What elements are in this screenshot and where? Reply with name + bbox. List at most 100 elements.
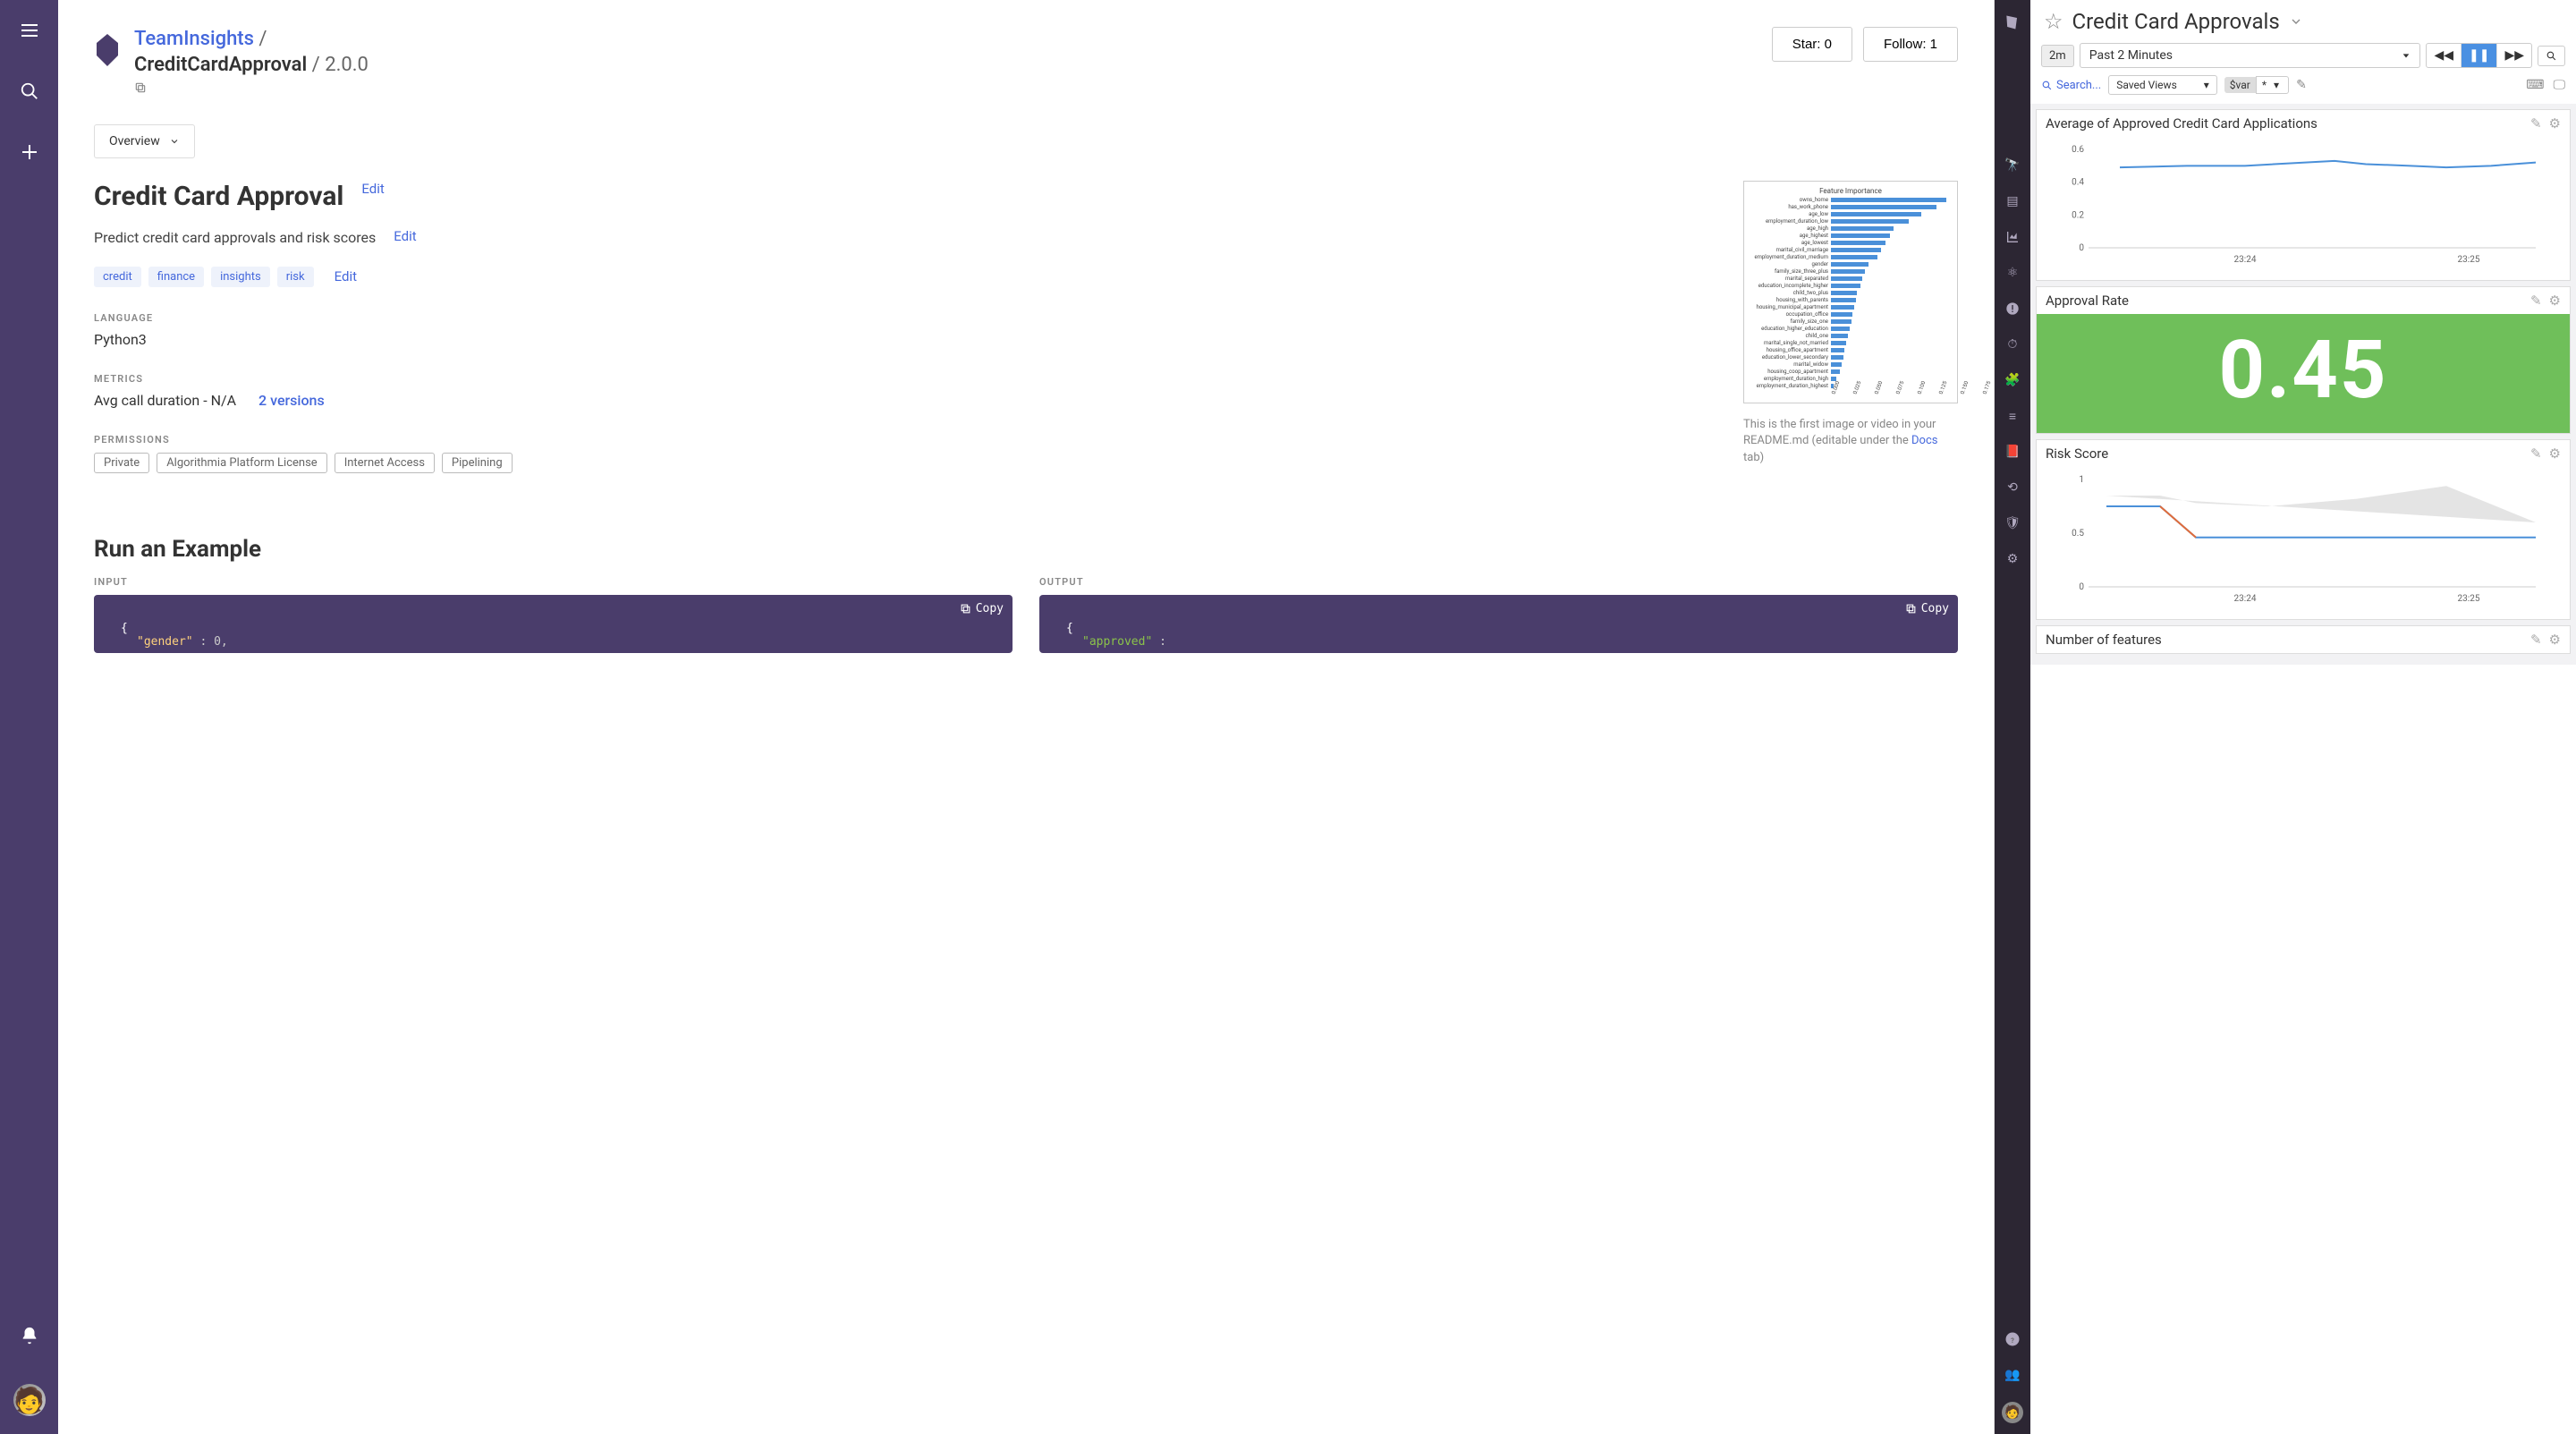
dashboard-search[interactable]: Search... [2041,79,2101,92]
user-avatar[interactable]: 🧑 [13,1384,46,1416]
logs-icon[interactable]: ≡ [2004,407,2021,425]
dashboard-title: Credit Card Approvals [2072,9,2280,34]
svg-text:23:24: 23:24 [2234,255,2257,265]
menu-icon[interactable] [17,18,42,43]
widget-settings-icon[interactable]: ⚙ [2549,632,2561,648]
edit-widget-icon[interactable]: ✎ [2530,115,2542,132]
apm-icon[interactable]: ⏱ [2004,335,2021,353]
metrics-label: METRICS [94,373,1699,385]
saved-views-select[interactable]: Saved Views▾ [2108,75,2217,95]
algorithm-title: Credit Card Approval [94,181,343,212]
breadcrumb-sep2: / [312,54,320,76]
pause-button[interactable]: ❚❚ [2462,44,2497,67]
widget-settings-icon[interactable]: ⚙ [2549,293,2561,309]
edit-widget-icon[interactable]: ✎ [2530,445,2542,462]
permissions-label: PERMISSIONS [94,434,1699,445]
alerts-icon[interactable] [2004,300,2021,318]
template-variable[interactable]: $var*▾ [2224,76,2289,94]
permission-badge: Pipelining [442,453,513,473]
time-short-pill[interactable]: 2m [2041,45,2074,67]
svg-text:0.4: 0.4 [2072,178,2084,188]
keyboard-icon[interactable]: ⌨ [2526,78,2544,92]
star-dashboard-icon[interactable]: ☆ [2044,9,2063,34]
svg-text:23:24: 23:24 [2234,594,2257,604]
svg-text:23:25: 23:25 [2458,594,2480,604]
permission-badge: Private [94,453,149,473]
breadcrumb-team[interactable]: TeamInsights [134,28,254,50]
algorithmia-logo-icon [94,32,121,68]
add-icon[interactable] [17,140,42,165]
time-range-select[interactable]: Past 2 Minutes [2080,43,2421,68]
synthetics-icon[interactable]: ⟲ [2004,479,2021,496]
edit-tags-link[interactable]: Edit [335,268,357,284]
edit-desc-link[interactable]: Edit [394,228,416,244]
binoculars-icon[interactable]: 🔭 [2004,157,2021,174]
card-title-rate: Approval Rate [2046,293,2129,309]
notebooks-icon[interactable]: 📕 [2004,443,2021,461]
follow-button[interactable]: Follow: 1 [1863,27,1958,62]
edit-title-link[interactable]: Edit [361,181,384,197]
breadcrumb-name: CreditCardApproval [134,54,307,76]
chevron-down-icon [169,136,180,147]
tag-risk[interactable]: risk [277,267,314,287]
edit-widget-icon[interactable]: ✎ [2530,632,2542,648]
svg-text:0.5: 0.5 [2072,529,2084,539]
star-button[interactable]: Star: 0 [1772,27,1852,62]
svg-text:1: 1 [2079,475,2084,485]
permission-badge: Algorithmia Platform License [157,453,327,473]
step-forward-button[interactable]: ▶▶ [2497,44,2531,67]
search-icon[interactable] [17,79,42,104]
step-back-button[interactable]: ◀◀ [2427,44,2462,67]
copy-output-button[interactable]: Copy [1905,602,1949,615]
edit-vars-icon[interactable]: ✎ [2296,78,2307,92]
screen-icon[interactable]: 🖵 [2554,78,2566,92]
permission-badge: Internet Access [335,453,435,473]
chevron-down-icon [2402,51,2411,60]
metrics-icon[interactable] [2004,228,2021,246]
copy-path-icon[interactable] [134,81,369,98]
breadcrumb-sep: / [258,28,267,50]
approval-rate-value: 0.45 [2037,314,2570,433]
chevron-down-icon[interactable] [2289,14,2303,29]
risk-score-chart: 00.5123:2423:25 [2046,472,2561,607]
avg-approved-chart: 00.20.40.623:2423:25 [2046,142,2561,267]
help-icon[interactable]: ? [2004,1330,2021,1348]
card-title-nfeat: Number of features [2046,632,2162,648]
card-title-risk: Risk Score [2046,445,2108,462]
copy-input-button[interactable]: Copy [960,602,1004,615]
svg-text:?: ? [2011,1336,2014,1345]
output-label: OUTPUT [1039,576,1958,588]
edit-widget-icon[interactable]: ✎ [2530,293,2542,309]
notifications-icon[interactable] [17,1323,42,1348]
widget-settings-icon[interactable]: ⚙ [2549,445,2561,462]
language-value: Python3 [94,331,1699,348]
readme-note: This is the first image or video in your… [1743,417,1958,466]
datadog-logo-icon[interactable] [2004,13,2021,31]
overview-dropdown[interactable]: Overview [94,124,195,158]
dash-avatar[interactable]: 🧑 [2002,1402,2023,1423]
breadcrumb-version: 2.0.0 [325,54,369,76]
overview-label: Overview [109,134,160,148]
integrations-icon[interactable]: 🧩 [2004,371,2021,389]
language-label: LANGUAGE [94,312,1699,324]
team-icon[interactable]: 👥 [2004,1366,2021,1384]
svg-text:0.6: 0.6 [2072,145,2084,155]
tag-credit[interactable]: credit [94,267,141,287]
input-label: INPUT [94,576,1013,588]
svg-text:0: 0 [2079,243,2084,253]
infrastructure-icon[interactable]: ⚛ [2004,264,2021,282]
tag-insights[interactable]: insights [211,267,270,287]
card-title-avg: Average of Approved Credit Card Applicat… [2046,115,2318,132]
settings-icon[interactable]: ⚙ [2004,550,2021,568]
list-icon[interactable]: ▤ [2004,192,2021,210]
widget-settings-icon[interactable]: ⚙ [2549,115,2561,132]
algorithm-description: Predict credit card approvals and risk s… [94,228,376,248]
svg-text:0.2: 0.2 [2072,210,2084,220]
input-code-block[interactable]: Copy { "gender" : 0, [94,595,1013,653]
zoom-button[interactable] [2538,46,2565,66]
output-code-block: Copy { "approved" : [1039,595,1958,653]
tag-finance[interactable]: finance [148,267,204,287]
versions-link[interactable]: 2 versions [258,392,325,409]
docs-tab-link[interactable]: Docs [1911,434,1937,447]
security-icon[interactable]: 🛡 [2004,514,2021,532]
